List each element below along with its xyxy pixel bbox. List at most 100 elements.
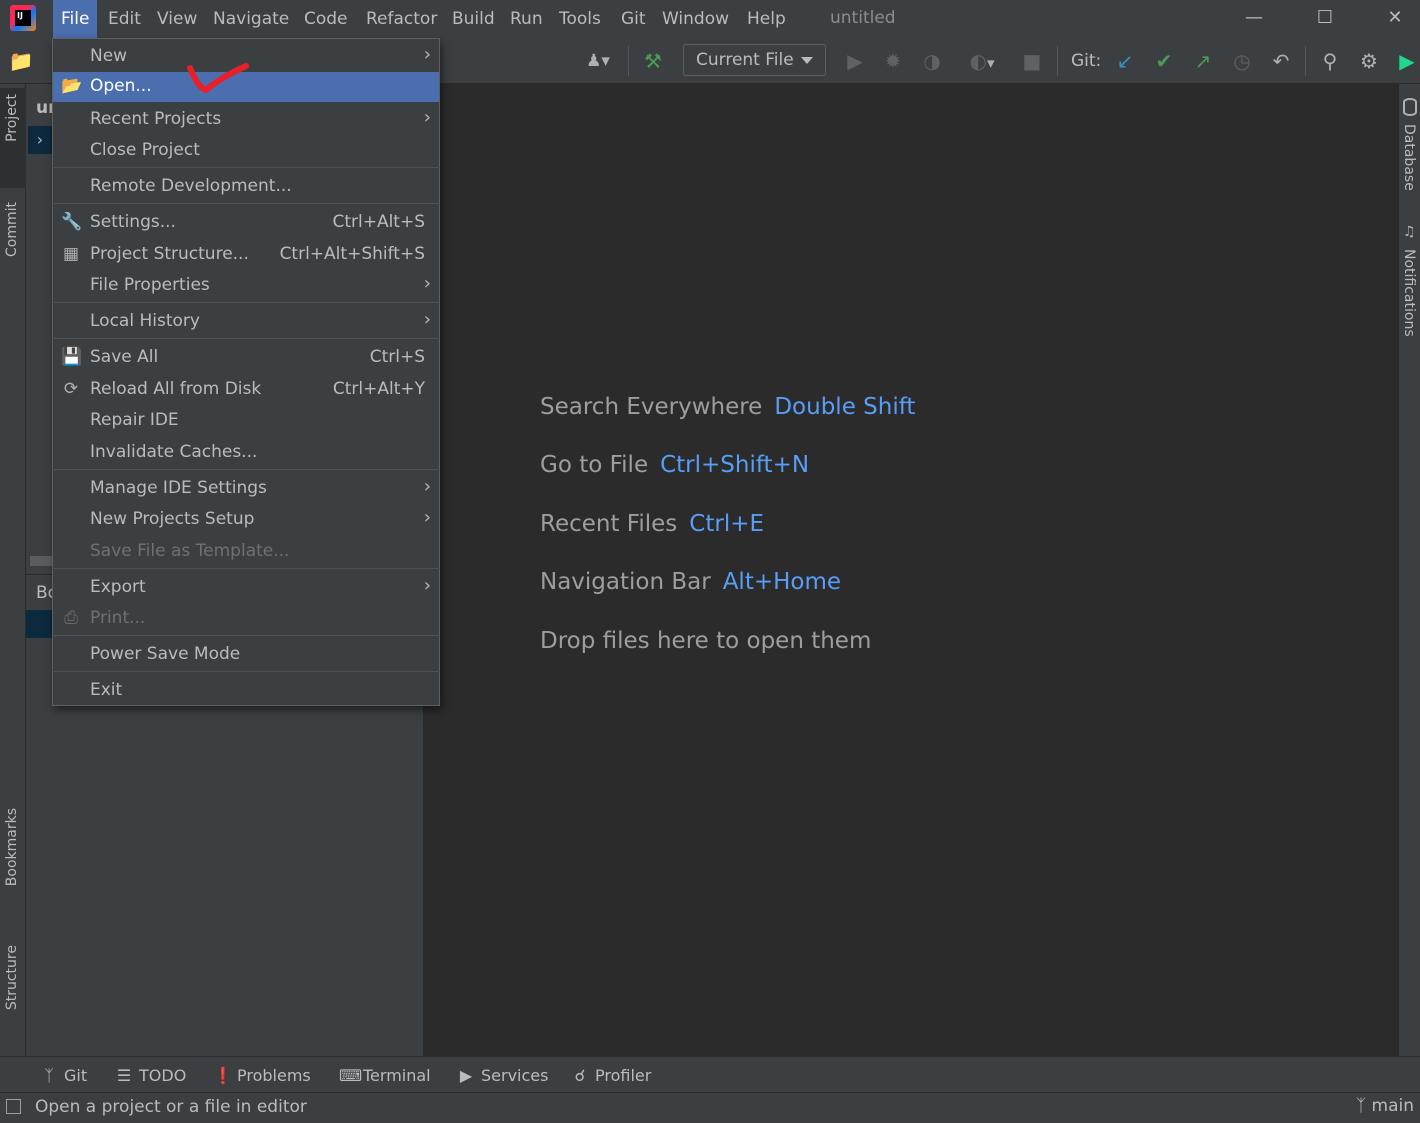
tab-project-label: Project xyxy=(4,94,20,142)
menu-item-project-structure[interactable]: ▦ Project Structure... Ctrl+Alt+Shift+S xyxy=(53,240,439,270)
folder-open-icon: 📂 xyxy=(61,76,83,96)
tab-project[interactable]: Project xyxy=(0,88,26,188)
menu-item-file-properties[interactable]: File Properties › xyxy=(53,271,439,301)
menu-code[interactable]: Code xyxy=(296,0,356,38)
horizontal-scrollbar[interactable] xyxy=(30,556,54,566)
tab-bookmarks[interactable]: Bookmarks xyxy=(0,802,26,922)
maximize-icon[interactable]: ☐ xyxy=(1311,4,1339,32)
menu-navigate[interactable]: Navigate xyxy=(205,0,297,38)
tab-todo[interactable]: ☰ TODO xyxy=(115,1057,186,1093)
tree-expand-icon[interactable]: › xyxy=(28,126,52,154)
gear-icon[interactable]: ⚙ xyxy=(1356,48,1382,74)
run-icon[interactable]: ▶ xyxy=(842,48,868,74)
menu-item-recent-projects[interactable]: Recent Projects › xyxy=(53,105,439,135)
menu-item-label: Close Project xyxy=(90,140,200,160)
toolbar-separator xyxy=(628,46,629,76)
toolbar-separator xyxy=(1305,46,1306,76)
selected-tree-row[interactable] xyxy=(26,610,54,638)
hint-shortcut: Double Shift xyxy=(774,394,916,420)
menu-git[interactable]: Git xyxy=(613,0,654,38)
tab-structure[interactable]: Structure xyxy=(0,939,26,1044)
user-dropdown-icon[interactable]: ♟▾ xyxy=(578,48,618,74)
menu-tools[interactable]: Tools xyxy=(551,0,609,38)
rollback-icon[interactable]: ↶ xyxy=(1268,48,1294,74)
menu-build[interactable]: Build xyxy=(444,0,503,38)
menu-separator xyxy=(54,635,440,636)
menu-window[interactable]: Window xyxy=(654,0,737,38)
hint-shortcut: Ctrl+E xyxy=(689,511,765,537)
tab-bookmarks-label: Bookmarks xyxy=(4,808,20,887)
status-message: Open a project or a file in editor xyxy=(35,1097,307,1117)
menu-help[interactable]: Help xyxy=(739,0,794,38)
menu-refactor[interactable]: Refactor xyxy=(358,0,445,38)
menu-run[interactable]: Run xyxy=(502,0,551,38)
stop-icon[interactable]: ■ xyxy=(1019,48,1045,74)
git-push-icon[interactable]: ↗ xyxy=(1190,48,1216,74)
menu-item-label: Project Structure... xyxy=(90,244,249,264)
hint-search-everywhere: Search Everywhere Double Shift xyxy=(540,394,915,420)
tab-profiler[interactable]: ☌ Profiler xyxy=(571,1057,652,1093)
minimize-icon[interactable]: — xyxy=(1240,4,1268,32)
menu-item-label: New Projects Setup xyxy=(90,509,255,529)
tab-git[interactable]: ᛉ Git xyxy=(40,1057,87,1093)
menu-file[interactable]: File xyxy=(53,0,98,38)
menu-item-settings[interactable]: 🔧 Settings... Ctrl+Alt+S xyxy=(53,208,439,238)
menu-item-reload-all[interactable]: ⟳ Reload All from Disk Ctrl+Alt+Y xyxy=(53,375,439,405)
menu-item-manage-ide-settings[interactable]: Manage IDE Settings › xyxy=(53,474,439,504)
hint-drop-files: Drop files here to open them xyxy=(540,628,871,654)
menu-item-power-save-mode[interactable]: Power Save Mode xyxy=(53,640,439,670)
menu-item-shortcut: Ctrl+Alt+Shift+S xyxy=(279,244,425,264)
intellij-logo-icon: IJ xyxy=(10,5,36,31)
menu-item-repair-ide[interactable]: Repair IDE xyxy=(53,406,439,436)
menu-item-local-history[interactable]: Local History › xyxy=(53,307,439,337)
profile-dropdown-icon[interactable]: ◐▾ xyxy=(958,48,1006,74)
git-branch-widget[interactable]: ᛉ main xyxy=(1356,1096,1414,1116)
build-hammer-icon[interactable]: ⚒ xyxy=(640,48,666,74)
menu-view[interactable]: View xyxy=(149,0,205,38)
code-with-me-icon[interactable]: ▶ xyxy=(1396,48,1418,74)
menu-item-label: Save All xyxy=(90,347,159,367)
tool-windows-toggle-icon[interactable] xyxy=(6,1099,21,1114)
printer-icon: ⎙ xyxy=(64,608,78,628)
hint-label: Search Everywhere xyxy=(540,394,763,420)
menu-item-label: Invalidate Caches... xyxy=(90,442,258,462)
menu-item-remote-development[interactable]: Remote Development... xyxy=(53,172,439,202)
database-icon xyxy=(1403,98,1417,116)
submenu-arrow-icon: › xyxy=(423,107,431,128)
run-configuration-select[interactable]: Current File xyxy=(683,44,826,76)
tab-notifications[interactable]: Notifications xyxy=(1401,249,1417,337)
toolbar-separator xyxy=(1057,46,1058,76)
menu-item-label: New xyxy=(90,46,128,66)
git-commit-icon[interactable]: ✔ xyxy=(1151,48,1177,74)
tab-commit-label: Commit xyxy=(4,202,20,257)
menu-item-exit[interactable]: Exit xyxy=(53,676,439,706)
menu-item-close-project[interactable]: Close Project xyxy=(53,136,439,166)
tab-problems[interactable]: ❗ Problems xyxy=(213,1057,311,1093)
menu-item-shortcut: Ctrl+S xyxy=(369,347,425,367)
menu-item-label: Power Save Mode xyxy=(90,644,241,664)
menu-item-invalidate-caches[interactable]: Invalidate Caches... xyxy=(53,438,439,468)
menu-edit[interactable]: Edit xyxy=(100,0,149,38)
terminal-icon: ⌨ xyxy=(339,1066,363,1085)
wrench-icon: 🔧 xyxy=(61,212,83,232)
tab-services-label: Services xyxy=(481,1066,549,1085)
tab-terminal[interactable]: ⌨Terminal xyxy=(339,1057,431,1093)
tab-services[interactable]: ▶ Services xyxy=(457,1057,549,1093)
tab-git-label: Git xyxy=(64,1066,88,1085)
git-update-icon[interactable]: ↙ xyxy=(1112,48,1138,74)
close-icon[interactable]: ✕ xyxy=(1381,4,1409,32)
coverage-icon[interactable]: ◑ xyxy=(919,48,945,74)
submenu-arrow-icon: › xyxy=(423,507,431,528)
search-icon[interactable]: ⚲ xyxy=(1317,48,1343,74)
tab-commit[interactable]: Commit xyxy=(0,196,26,286)
menu-item-export[interactable]: Export › xyxy=(53,573,439,603)
debug-icon[interactable]: ✹ xyxy=(880,48,906,74)
bottom-tool-bar: ᛉ Git ☰ TODO ❗ Problems ⌨Terminal ▶ Services… xyxy=(0,1056,1420,1092)
tab-database[interactable]: Database xyxy=(1401,124,1417,191)
menu-item-new-projects-setup[interactable]: New Projects Setup › xyxy=(53,505,439,535)
menu-item-save-all[interactable]: 💾 Save All Ctrl+S xyxy=(53,343,439,373)
services-icon: ▶ xyxy=(459,1066,473,1085)
menu-item-label: Settings... xyxy=(90,212,176,232)
title-bar: IJ File Edit View Navigate Code Refactor… xyxy=(0,0,1420,38)
history-icon[interactable]: ◷ xyxy=(1229,48,1255,74)
